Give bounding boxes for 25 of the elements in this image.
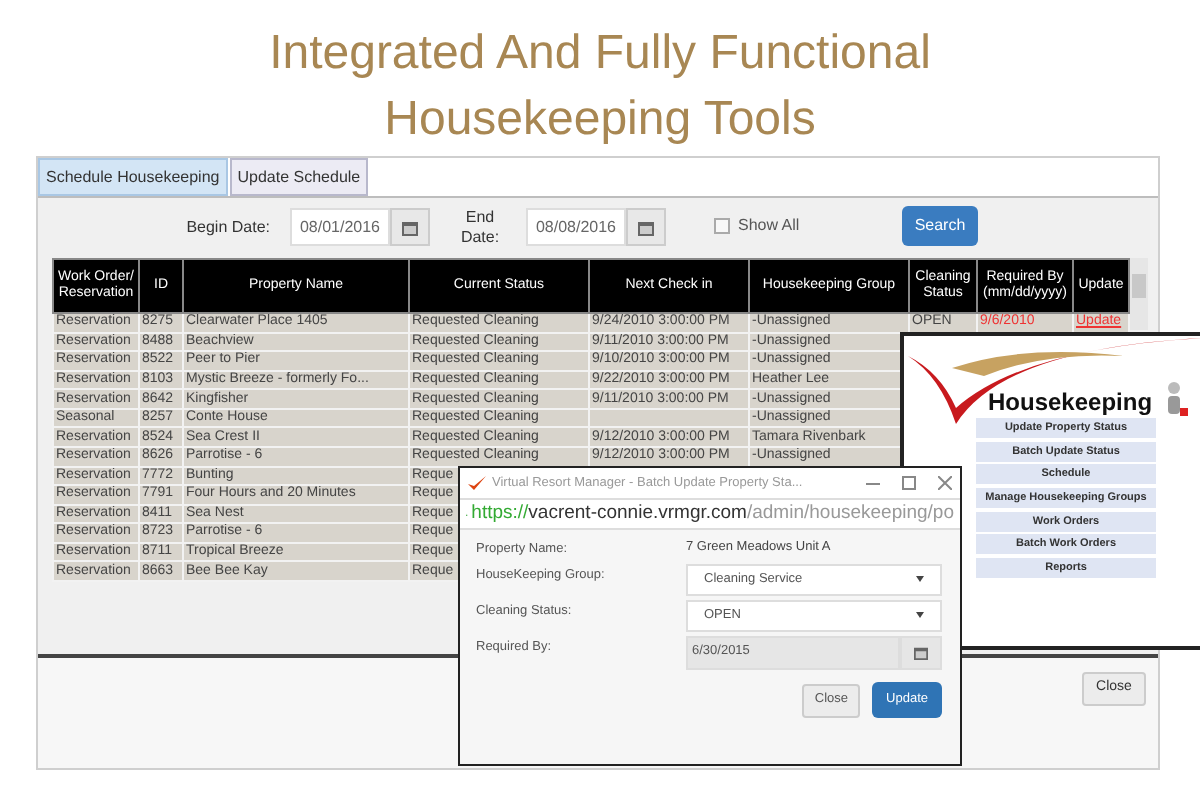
show-all-label: Show All: [738, 214, 800, 238]
show-all-checkbox[interactable]: [714, 218, 730, 234]
search-button[interactable]: Search: [902, 206, 978, 246]
maximize-icon[interactable]: [902, 476, 916, 490]
calendar-button[interactable]: [900, 635, 942, 670]
calendar-icon: [914, 645, 928, 660]
caret-icon: [916, 576, 924, 583]
headline: Housekeeping Tools: [384, 90, 816, 150]
housekeeping-title: Housekeeping: [988, 386, 1153, 420]
calendar-button[interactable]: [626, 208, 666, 246]
end-date-label: End Date:: [458, 208, 502, 248]
figure-icon: [1164, 380, 1189, 420]
calendar-icon: [638, 219, 654, 235]
caret-icon: [916, 612, 924, 619]
headline: Integrated And Fully Functional: [269, 24, 931, 84]
close-icon[interactable]: [938, 476, 952, 490]
tab[interactable]: Schedule Housekeeping: [38, 158, 228, 196]
calendar-button[interactable]: [390, 208, 430, 246]
calendar-icon: [402, 219, 418, 235]
begin-date-label: Begin Date:: [184, 215, 270, 239]
tab[interactable]: Update Schedule: [229, 158, 369, 196]
scrollbar[interactable]: [1130, 258, 1148, 330]
checkmark-icon: [468, 475, 486, 491]
begin-date-field[interactable]: 08/01/2016: [290, 208, 390, 246]
end-date-field[interactable]: 08/08/2016: [526, 208, 626, 246]
